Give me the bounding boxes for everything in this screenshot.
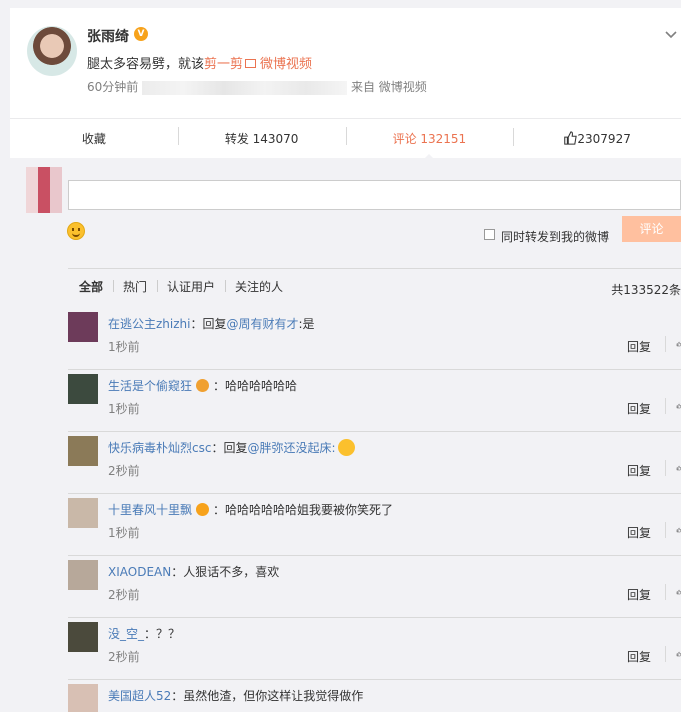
- commenter-avatar[interactable]: [68, 498, 98, 528]
- reply-button[interactable]: 回复: [627, 648, 651, 665]
- repost-checkbox[interactable]: [484, 229, 495, 240]
- list-item: 没_空_：？？ 2秒前 回复: [68, 618, 681, 680]
- video-icon: [245, 59, 257, 68]
- list-item: 生活是个偷窥狂 ：哈哈哈哈哈哈 1秒前 回复: [68, 370, 681, 432]
- list-item: 十里春风十里飘 ：哈哈哈哈哈哈姐我要被你笑死了 1秒前 回复: [68, 494, 681, 556]
- reply-button[interactable]: 回复: [627, 524, 651, 541]
- emoji-icon[interactable]: [67, 222, 85, 240]
- tab-all[interactable]: 全部: [68, 278, 113, 295]
- post-text: 腿太多容易劈，就该剪一剪 微博视频: [87, 53, 312, 72]
- verified-badge-icon: V: [134, 27, 148, 41]
- commenter-name[interactable]: 十里春风十里飘: [108, 503, 192, 517]
- comment-time[interactable]: 1秒前: [108, 400, 140, 417]
- commenter-name[interactable]: 生活是个偷窥狂: [108, 379, 192, 393]
- tab-hot[interactable]: 热门: [113, 278, 157, 295]
- like-count: 2307927: [577, 132, 631, 146]
- reply-button[interactable]: 回复: [627, 462, 651, 479]
- thumbs-up-icon[interactable]: [665, 646, 681, 662]
- comment-list: 在逃公主zhizhi：回复@周有财有才:是 1秒前 回复 生活是个偷窥狂 ：哈哈哈…: [68, 308, 681, 712]
- laughing-emoji-icon: [337, 439, 355, 456]
- list-item: 美国超人52：虽然他渣，但你这样让我觉得做作: [68, 680, 681, 712]
- comment-time[interactable]: 2秒前: [108, 648, 140, 665]
- thumbs-up-icon[interactable]: [665, 522, 681, 538]
- comment-button[interactable]: 评论 132151: [345, 127, 514, 160]
- comment-text: ：虽然他渣，但你这样让我觉得做作: [171, 689, 364, 703]
- commenter-avatar[interactable]: [68, 374, 98, 404]
- thumbs-up-icon[interactable]: [665, 336, 681, 352]
- blurred-region: [142, 80, 348, 95]
- commenter-name[interactable]: 美国超人52: [108, 689, 171, 703]
- reply-button[interactable]: 回复: [627, 586, 651, 603]
- tab-verified[interactable]: 认证用户: [157, 278, 225, 295]
- commenter-name[interactable]: 在逃公主zhizhi: [108, 317, 190, 331]
- comment-total: 共133522条: [611, 283, 681, 297]
- commenter-avatar[interactable]: [68, 684, 98, 712]
- thumbs-up-icon: [564, 131, 578, 145]
- mention-link[interactable]: @周有财有才: [227, 317, 299, 331]
- verified-badge-icon: [196, 503, 210, 516]
- comment-text-tail: :是: [298, 317, 315, 331]
- post-text-start: 腿太多容易劈，就该: [87, 57, 205, 72]
- favorite-button[interactable]: 收藏: [10, 130, 178, 147]
- thumbs-up-icon[interactable]: [665, 460, 681, 476]
- author-avatar[interactable]: [27, 26, 77, 76]
- commenter-avatar[interactable]: [68, 560, 98, 590]
- post-hashtag[interactable]: 剪一剪: [204, 57, 243, 72]
- commenter-avatar[interactable]: [68, 436, 98, 466]
- my-avatar: [26, 167, 62, 213]
- commenter-name[interactable]: XIAODEAN: [108, 565, 171, 579]
- comment-section: 同时转发到我的微博 评论 全部 热门 认证用户 关注的人 共133522条 在逃…: [10, 158, 681, 712]
- list-item: 快乐病毒朴灿烈csc：回复@胖弥还没起床: 2秒前 回复: [68, 432, 681, 494]
- tab-following[interactable]: 关注的人: [225, 278, 293, 295]
- comment-text: ：？？: [144, 627, 181, 641]
- thumbs-up-icon[interactable]: [665, 398, 681, 414]
- post-time[interactable]: 60分钟前: [87, 80, 138, 94]
- commenter-name[interactable]: 没_空_: [108, 627, 144, 641]
- list-item: 在逃公主zhizhi：回复@周有财有才:是 1秒前 回复: [68, 308, 681, 370]
- reply-button[interactable]: 回复: [627, 400, 651, 417]
- crown-badge-icon: [196, 379, 210, 392]
- post-source[interactable]: 来自 微博视频: [351, 80, 427, 94]
- repost-label: 同时转发到我的微博: [501, 230, 610, 244]
- comment-text: ：哈哈哈哈哈哈: [213, 379, 298, 393]
- chevron-down-icon[interactable]: [663, 26, 679, 42]
- commenter-avatar[interactable]: [68, 312, 98, 342]
- comment-text: ：哈哈哈哈哈哈姐我要被你笑死了: [213, 503, 394, 517]
- reply-button[interactable]: 回复: [627, 338, 651, 355]
- author-name[interactable]: 张雨绮: [87, 26, 129, 46]
- comment-text: ：回复: [190, 317, 227, 331]
- comment-time[interactable]: 1秒前: [108, 338, 140, 355]
- thumbs-up-icon[interactable]: [665, 584, 681, 600]
- mention-link[interactable]: @胖弥还没起床:: [247, 441, 335, 455]
- commenter-name[interactable]: 快乐病毒朴灿烈csc: [108, 441, 211, 455]
- comment-time[interactable]: 2秒前: [108, 586, 140, 603]
- weibo-post-card: 张雨绮 V 腿太多容易劈，就该剪一剪 微博视频 60分钟前 来自 微博视频 收藏 …: [10, 8, 681, 712]
- comment-time[interactable]: 1秒前: [108, 524, 140, 541]
- post-meta: 60分钟前 来自 微博视频: [87, 78, 427, 95]
- like-button[interactable]: 2307927: [513, 128, 681, 146]
- comment-text: ：人狠话不多，喜欢: [171, 565, 280, 579]
- list-item: XIAODEAN：人狠话不多，喜欢 2秒前 回复: [68, 556, 681, 618]
- action-bar: 收藏 转发 143070 评论 132151 2307927: [10, 118, 681, 160]
- repost-button[interactable]: 转发 143070: [177, 127, 346, 147]
- comment-filter-tabs: 全部 热门 认证用户 关注的人 共133522条: [68, 268, 681, 304]
- comment-text: ：回复: [211, 441, 248, 455]
- comment-input[interactable]: [68, 180, 681, 210]
- submit-comment-button[interactable]: 评论: [622, 216, 681, 242]
- comment-time[interactable]: 2秒前: [108, 462, 140, 479]
- commenter-avatar[interactable]: [68, 622, 98, 652]
- video-link[interactable]: 微博视频: [260, 57, 312, 72]
